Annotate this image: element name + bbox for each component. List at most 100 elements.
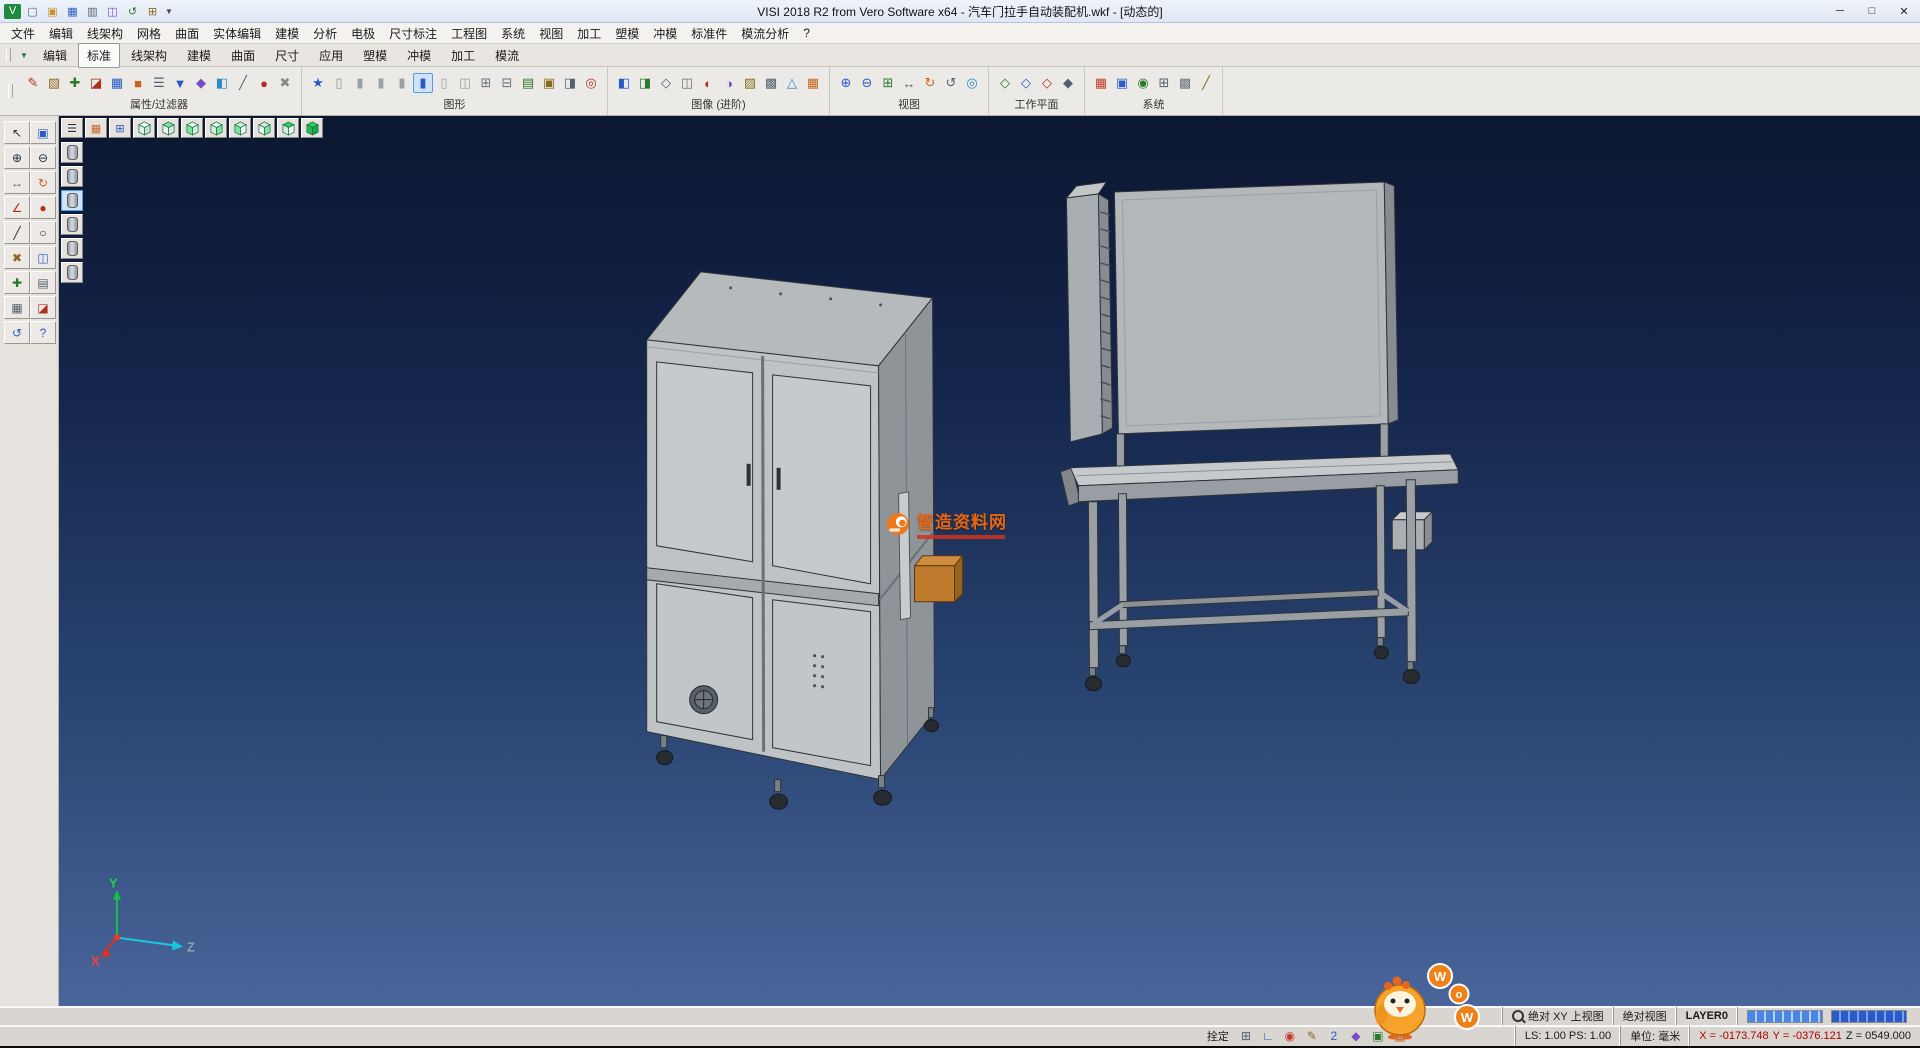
vis-surface-icon[interactable] [61,166,83,187]
graph-active-mode-icon[interactable]: ▮ [413,73,433,93]
new-document-icon[interactable]: ▢ [24,4,41,19]
menu-item[interactable]: 建模 [268,23,306,44]
pan-view-icon[interactable]: ↔ [4,171,30,194]
vis-annotation-icon[interactable] [61,238,83,259]
graph-prism-icon[interactable]: ◨ [560,73,580,93]
toolbar-tab[interactable]: 曲面 [222,43,264,68]
zoom-dynamic-icon[interactable]: ⊖ [30,146,56,169]
image-shadow-icon[interactable]: ▩ [761,73,781,93]
view-front-cube[interactable] [181,118,203,138]
close-button[interactable]: ✕ [1888,0,1920,22]
menu-item[interactable]: 模流分析 [734,23,796,44]
save-file-icon[interactable]: ▦ [64,4,81,19]
system-palette-icon[interactable]: ▦ [1091,73,1111,93]
attr-layers-icon[interactable]: ▦ [107,73,127,93]
zoom-fit-icon[interactable]: ⊞ [878,73,898,93]
redraw-icon[interactable]: ◎ [962,73,982,93]
zoom-window-icon[interactable]: ⊕ [4,146,30,169]
visi-logo-icon[interactable]: V [4,4,21,19]
toolbar-grip[interactable] [8,84,13,98]
menu-item[interactable]: 文件 [4,23,42,44]
filter-dropdown-icon[interactable]: ▼ [170,73,190,93]
view-list-icon[interactable]: ☰ [61,118,83,138]
select-window-icon[interactable]: ▣ [30,121,56,144]
menu-item[interactable]: 线架构 [80,23,130,44]
toolbar-tab[interactable]: 加工 [442,43,484,68]
filter-clear-icon[interactable]: ✖ [275,73,295,93]
info-tool-icon[interactable]: ? [30,321,56,344]
zoom-out-icon[interactable]: ⊖ [857,73,877,93]
system-shear-icon[interactable]: ╱ [1196,73,1216,93]
absolute-view-cell[interactable]: 绝对视图 [1613,1007,1676,1025]
move-icon[interactable]: ✚ [4,271,30,294]
vis-mesh-icon[interactable] [61,262,83,283]
render-options-icon[interactable]: ▦ [85,118,107,138]
workplane-top-icon[interactable]: ◇ [995,73,1015,93]
menu-item[interactable]: 标准件 [684,23,734,44]
toolbar-tab[interactable]: 编辑 [34,43,76,68]
attr-match-icon[interactable]: ✚ [65,73,85,93]
toolbar-tab[interactable]: 标准 [78,43,120,68]
menu-item[interactable]: 电极 [344,23,382,44]
filter-wireframe-icon[interactable]: ╱ [233,73,253,93]
tab-strip-menu-icon[interactable]: ▼ [15,46,33,64]
image-wireframe-icon[interactable]: ◇ [656,73,676,93]
attr-edit-icon[interactable]: ✎ [23,73,43,93]
erase-icon[interactable]: ◪ [30,296,56,319]
filter-surfaces-icon[interactable]: ◧ [212,73,232,93]
system-grid-icon[interactable]: ⊞ [1154,73,1174,93]
vis-point-icon[interactable] [61,214,83,235]
image-transparency-icon[interactable]: ◑ [719,73,739,93]
trim-icon[interactable]: ✖ [4,246,30,269]
quick-access-dropdown-icon[interactable]: ▼ [161,7,177,16]
image-section-icon[interactable]: ◐ [698,73,718,93]
system-matrix-icon[interactable]: ▩ [1175,73,1195,93]
menu-item[interactable]: 实体编辑 [206,23,268,44]
filter-points-icon[interactable]: ● [254,73,274,93]
line-tool-icon[interactable]: ╱ [4,221,30,244]
view-axono-cube[interactable] [133,118,155,138]
grid-snap-icon[interactable]: ⊞ [1237,1028,1255,1044]
system-sphere-icon[interactable]: ◉ [1133,73,1153,93]
toolbar-tab[interactable]: 冲模 [398,43,440,68]
menu-item[interactable]: 加工 [570,23,608,44]
circle-tool-icon[interactable]: ○ [30,221,56,244]
graph-stack-icon[interactable]: ▤ [518,73,538,93]
units-cell[interactable]: 单位: 毫米 [1620,1026,1689,1046]
menu-item[interactable]: 编辑 [42,23,80,44]
menu-item[interactable]: 曲面 [168,23,206,44]
menu-item[interactable]: 视图 [532,23,570,44]
vis-solid-icon[interactable] [61,142,83,163]
attr-linetype-icon[interactable]: ☰ [149,73,169,93]
graph-cylinder-c-icon[interactable]: ▮ [392,73,412,93]
undo-icon[interactable]: ↺ [124,4,141,19]
mirror-icon[interactable]: ◫ [30,246,56,269]
undo-tool-icon[interactable]: ↺ [4,321,30,344]
previous-view-icon[interactable]: ↺ [941,73,961,93]
menu-item[interactable]: 网格 [130,23,168,44]
model-scene[interactable]: Y Z X [59,116,1920,1006]
settings-icon[interactable]: ⊞ [144,4,161,19]
menu-item[interactable]: 系统 [494,23,532,44]
plot-icon[interactable]: ◫ [104,4,121,19]
graph-new-icon[interactable]: ★ [308,73,328,93]
view-bottom-cube[interactable] [277,118,299,138]
graph-folder-icon[interactable]: ▣ [539,73,559,93]
graph-sheet-icon[interactable]: ▯ [329,73,349,93]
maximize-button[interactable]: □ [1856,0,1888,22]
toolbar-tab[interactable]: 塑模 [354,43,396,68]
image-perspective-icon[interactable]: △ [782,73,802,93]
toolbar-grip[interactable] [6,48,11,62]
minimize-button[interactable]: ─ [1824,0,1856,22]
measure-icon[interactable]: ∠ [4,196,30,219]
ortho-icon[interactable]: ∟ [1259,1028,1277,1044]
select-icon[interactable]: ↖ [4,121,30,144]
view-left-cube[interactable] [229,118,251,138]
system-display-icon[interactable]: ▣ [1112,73,1132,93]
zoom-in-icon[interactable]: ⊕ [836,73,856,93]
toolbar-tab[interactable]: 建模 [178,43,220,68]
lifebuoy-icon[interactable]: ◉ [1281,1028,1299,1044]
view-top-cube[interactable] [157,118,179,138]
attr-erase-icon[interactable]: ◪ [86,73,106,93]
machine-assembly-cabinet[interactable] [647,272,963,809]
